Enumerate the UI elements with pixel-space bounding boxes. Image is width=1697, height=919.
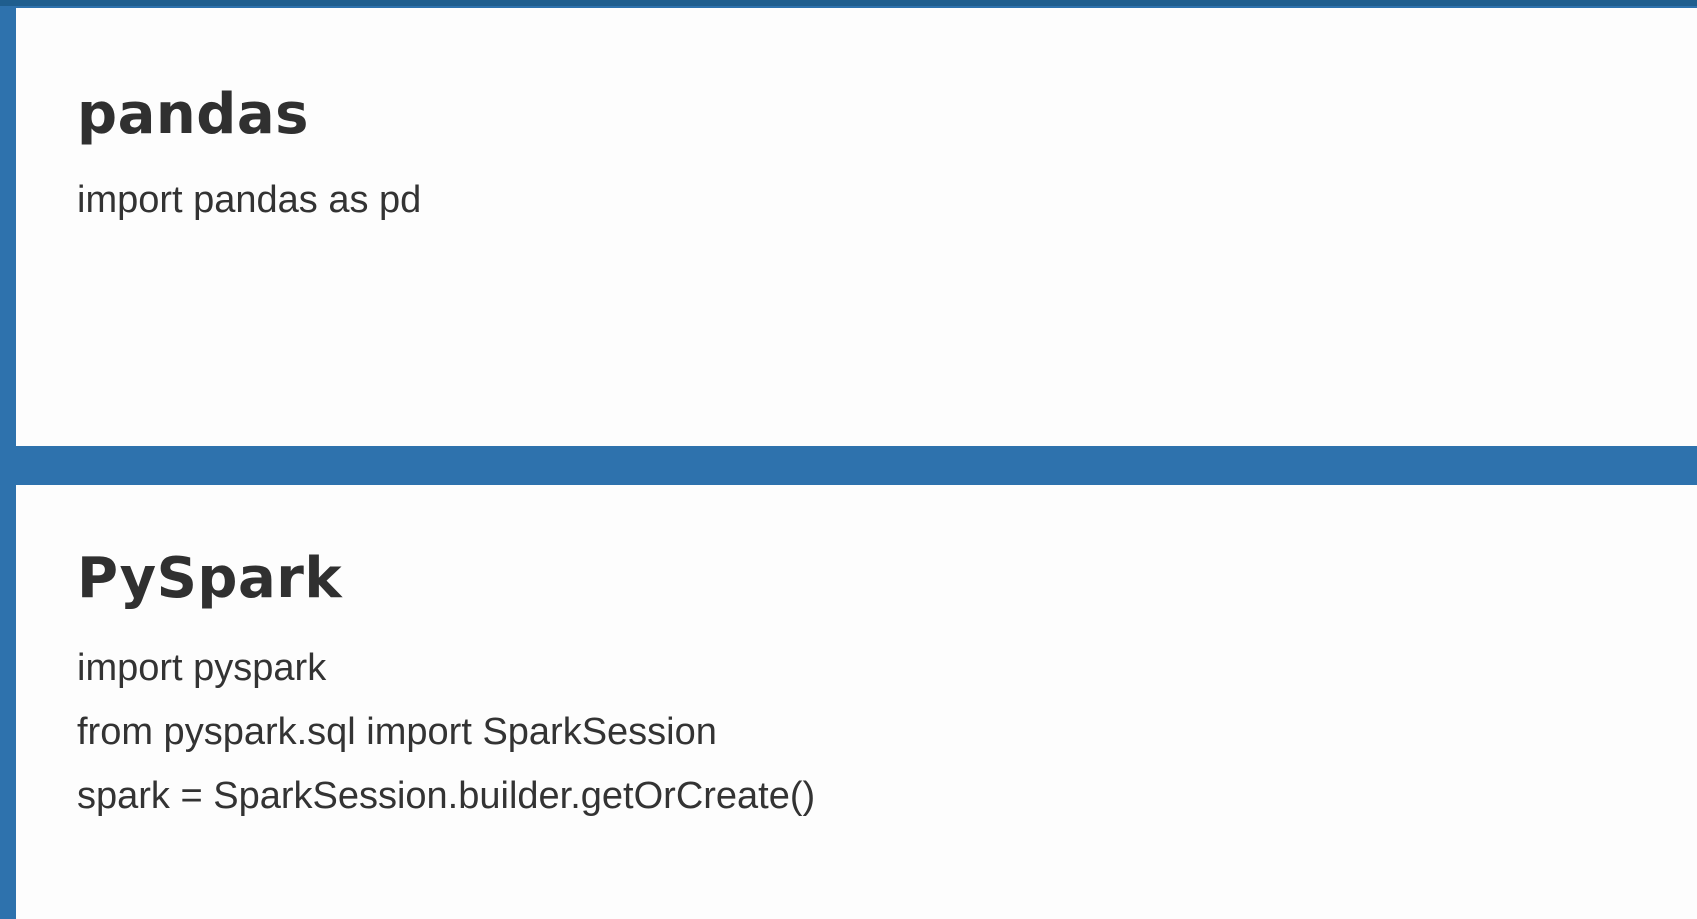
- pandas-section: pandas import pandas as pd: [16, 8, 1697, 446]
- pyspark-code: import pyspark from pyspark.sql import S…: [77, 636, 1697, 828]
- section-title-pandas: pandas: [77, 82, 309, 147]
- top-border: [0, 0, 1697, 6]
- code-line: import pyspark: [77, 647, 327, 689]
- code-line: spark = SparkSession.builder.getOrCreate…: [77, 775, 816, 817]
- section-title-pyspark: PySpark: [77, 546, 343, 611]
- code-line: from pyspark.sql import SparkSession: [77, 711, 717, 753]
- pyspark-section: PySpark import pyspark from pyspark.sql …: [16, 485, 1697, 919]
- code-line: import pandas as pd: [77, 179, 422, 221]
- pandas-code: import pandas as pd: [77, 168, 1697, 232]
